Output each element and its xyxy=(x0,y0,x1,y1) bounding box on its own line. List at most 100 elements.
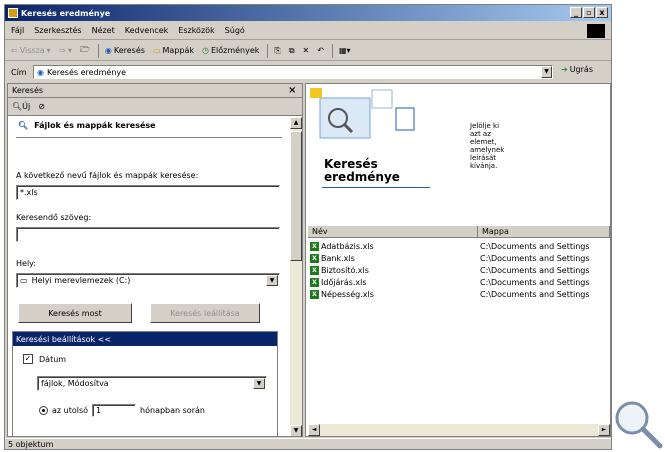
menu-bar: Fájl Szerkesztés Nézet Kedvencek Eszközö… xyxy=(5,22,611,40)
search-button[interactable]: ◉ Keresés xyxy=(105,46,145,55)
back-arrow-icon: ⇐ xyxy=(11,46,18,55)
name-label: A következő nevű fájlok és mappák keresé… xyxy=(16,171,199,180)
undo-icon: ↶ xyxy=(317,46,324,55)
location-label: Hely: xyxy=(16,259,37,268)
toolbar-separator-2 xyxy=(267,43,269,58)
window-title: Keresés eredménye xyxy=(21,8,111,18)
search-pane: Keresés × 🔍︎Új ⊘ 🔍︎ Fájlok és mappák ker… xyxy=(7,83,303,437)
months-label: hónapban során xyxy=(140,406,205,415)
menu-tools[interactable]: Eszközök xyxy=(178,26,214,35)
scroll-down-button[interactable]: ▼ xyxy=(290,425,302,436)
go-button[interactable]: ➔ Ugrás xyxy=(561,65,593,74)
forward-button[interactable]: ⇒ ▾ xyxy=(59,46,72,55)
scroll-left-button[interactable]: ◄ xyxy=(308,424,320,436)
column-name-header[interactable]: Név xyxy=(308,226,478,238)
months-spinner[interactable]: 1 xyxy=(92,404,137,417)
banner-title-line-2: eredménye xyxy=(324,170,400,184)
new-search-button[interactable]: 🔍︎Új xyxy=(12,102,30,111)
status-bar: 5 objektum xyxy=(5,438,611,449)
search-window-icon xyxy=(8,8,18,18)
internet-search-button[interactable]: ⊘ xyxy=(38,102,45,111)
menu-edit[interactable]: Szerkesztés xyxy=(34,26,81,35)
close-button[interactable]: x xyxy=(596,7,608,18)
toolbar: ⇐ Vissza ▾ ⇒ ▾ 🗁 ◉ Keresés ▭ Mappák ◷ Előzmén… xyxy=(5,41,611,61)
search-pane-scrollbar[interactable]: ▲ ▼ xyxy=(290,117,302,436)
explorer-window: Keresés eredménye _ ▫ x Fájl Szerkesztés… xyxy=(4,4,612,450)
scroll-up-button[interactable]: ▲ xyxy=(290,117,302,129)
address-bar: Cím ◉ Keresés eredménye ▼ ➔ Ugrás xyxy=(5,62,611,82)
scroll-thumb[interactable] xyxy=(290,131,302,261)
copy-to-icon: ⧉ xyxy=(288,45,295,55)
folders-icon: ▭ xyxy=(152,46,161,55)
excel-file-icon: X xyxy=(310,266,319,275)
history-icon: ◷ xyxy=(201,46,209,55)
date-checkbox[interactable]: ✓ xyxy=(23,354,33,364)
delete-icon: ✕ xyxy=(302,46,310,55)
search-form: 🔍︎ Fájlok és mappák keresése A következő… xyxy=(8,117,290,436)
search-results-illustration-icon xyxy=(310,88,415,139)
undo-button[interactable]: ↶ xyxy=(317,46,324,55)
last-label: az utolsó xyxy=(52,406,89,415)
text-label: Keresendő szöveg: xyxy=(16,213,92,222)
address-label: Cím xyxy=(11,67,27,77)
search-heading: Fájlok és mappák keresése xyxy=(34,121,156,130)
copy-to-button[interactable]: ⧉ xyxy=(289,46,295,56)
excel-file-icon: X xyxy=(310,254,319,263)
last-months-radio[interactable] xyxy=(39,406,48,415)
up-folder-button[interactable]: 🗁 xyxy=(80,44,90,58)
name-input[interactable]: *.xls xyxy=(16,185,280,200)
history-button[interactable]: ◷ Előzmények xyxy=(202,46,259,55)
column-folder-header[interactable]: Mappa xyxy=(478,226,610,238)
date-label: Dátum xyxy=(39,354,67,364)
date-type-dropdown-button[interactable]: ▼ xyxy=(253,378,265,389)
up-folder-icon: 🗁 xyxy=(79,44,90,54)
date-type-select[interactable]: fájlok, Módosítva ▼ xyxy=(37,376,267,391)
find-files-icon: 🔍︎ xyxy=(18,121,29,130)
views-button[interactable]: ▦▾ xyxy=(339,46,351,55)
menu-file[interactable]: Fájl xyxy=(11,26,24,35)
text-input[interactable] xyxy=(16,227,280,242)
menu-favorites[interactable]: Kedvencek xyxy=(125,26,169,35)
internet-search-icon: ⊘ xyxy=(38,102,45,111)
hard-disk-icon: ▭ xyxy=(20,276,28,285)
stop-search-button[interactable]: Keresés leállítása xyxy=(150,303,260,323)
search-icon: ◉ xyxy=(104,46,112,55)
divider xyxy=(16,137,282,138)
folders-button[interactable]: ▭ Mappák xyxy=(153,46,194,55)
maximize-button[interactable]: ▫ xyxy=(583,7,595,18)
toolbar-separator xyxy=(97,43,99,58)
banner-hint: Jelölje ki azt az elemet, amelynek leírá… xyxy=(470,122,505,170)
search-options-header[interactable]: Keresési beállítások << xyxy=(13,332,277,346)
file-row[interactable]: X Időjárás.xls C:\Documents and Settings xyxy=(310,277,610,288)
search-results-icon: ◉ xyxy=(37,67,44,77)
back-button[interactable]: ⇐ Vissza ▾ xyxy=(11,46,51,55)
address-dropdown-button[interactable]: ▼ xyxy=(541,66,552,78)
file-row[interactable]: X Adatbázis.xls C:\Documents and Settings xyxy=(310,241,610,252)
file-row[interactable]: X Népesség.xls C:\Documents and Settings xyxy=(310,289,610,300)
move-to-icon: ⎘ xyxy=(274,45,281,55)
file-row[interactable]: X Bank.xls C:\Documents and Settings xyxy=(310,253,610,264)
banner-underline xyxy=(322,187,430,188)
go-arrow-icon: ➔ xyxy=(561,65,568,74)
menu-view[interactable]: Nézet xyxy=(92,26,115,35)
search-pane-toolbar: 🔍︎Új ⊘ xyxy=(8,98,302,116)
file-row[interactable]: X Biztosító.xls C:\Documents and Settings xyxy=(310,265,610,276)
title-bar: Keresés eredménye _ ▫ x xyxy=(5,5,611,21)
address-value: Keresés eredménye xyxy=(46,67,127,77)
delete-button[interactable]: ✕ xyxy=(303,46,310,55)
search-now-button[interactable]: Keresés most xyxy=(18,303,132,323)
excel-file-icon: X xyxy=(310,278,319,287)
address-field[interactable]: ◉ Keresés eredménye xyxy=(33,65,553,79)
excel-file-icon: X xyxy=(310,242,319,251)
location-dropdown-button[interactable]: ▼ xyxy=(266,275,278,286)
move-to-button[interactable]: ⎘ xyxy=(274,46,280,56)
search-options-panel: Keresési beállítások << ✓ Dátum fájlok, … xyxy=(12,331,278,436)
search-pane-close-button[interactable]: × xyxy=(288,85,296,96)
location-select[interactable]: ▭ Helyi merevlemezek (C:) ▼ xyxy=(16,273,280,288)
search-pane-title: Keresés xyxy=(12,86,44,95)
menu-help[interactable]: Súgó xyxy=(225,26,245,35)
new-search-icon: 🔍︎ xyxy=(12,102,23,111)
search-pane-header: Keresés xyxy=(8,84,302,98)
results-horizontal-scrollbar[interactable]: ◄ ► xyxy=(308,424,610,436)
minimize-button[interactable]: _ xyxy=(570,7,582,18)
